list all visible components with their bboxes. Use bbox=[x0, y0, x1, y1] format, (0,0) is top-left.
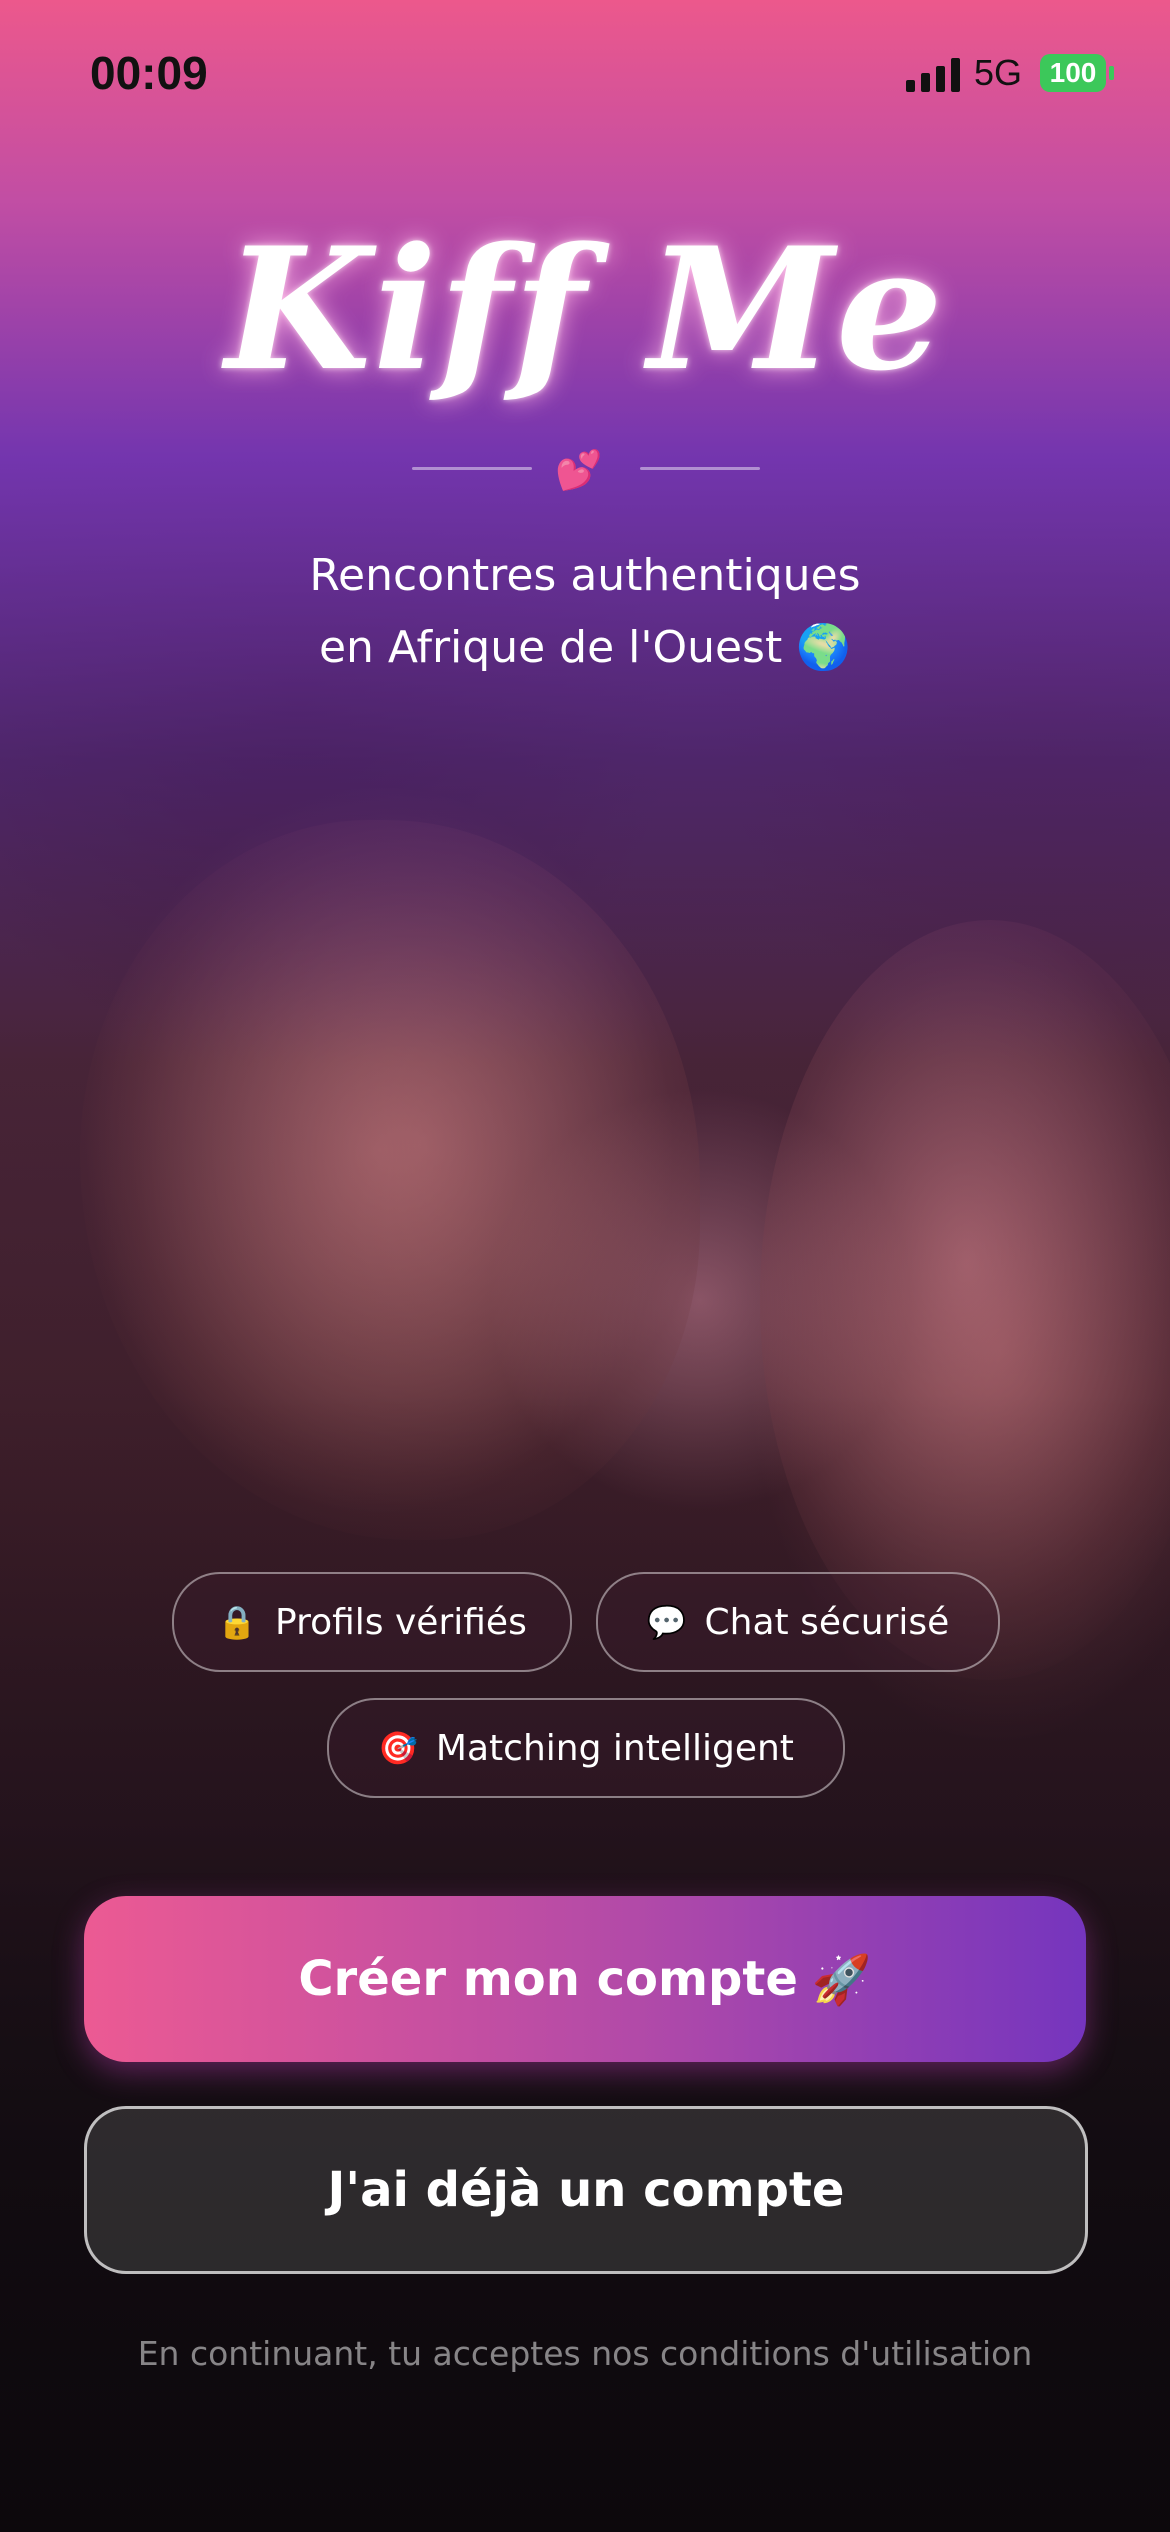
feature-chip-label: Chat sécurisé bbox=[704, 1601, 950, 1643]
feature-chip-secure-chat: 💬 Chat sécurisé bbox=[596, 1572, 1000, 1672]
status-time: 00:09 bbox=[90, 47, 208, 99]
feature-chip-verified-profiles: 🔒 Profils vérifiés bbox=[172, 1572, 572, 1672]
battery-icon: 100 bbox=[1040, 54, 1106, 92]
feature-chip-smart-matching: 🎯 Matching intelligent bbox=[327, 1698, 845, 1798]
target-icon: 🎯 bbox=[378, 1729, 418, 1767]
two-hearts-icon: 💕 bbox=[555, 448, 603, 492]
tagline-line-2-text: en Afrique de l'Ouest bbox=[318, 622, 783, 673]
logo-divider: 💕 bbox=[0, 448, 1170, 492]
globe-icon: 🌍 bbox=[796, 622, 852, 673]
network-type: 5G bbox=[974, 52, 1023, 93]
welcome-screen: 00:09 5G 100 Kiff Me 💕 Rencontres authen… bbox=[0, 0, 1170, 2532]
login-button[interactable]: J'ai déjà un compte bbox=[84, 2106, 1088, 2274]
rocket-icon: 🚀 bbox=[811, 1951, 872, 2008]
create-account-button[interactable]: Créer mon compte 🚀 bbox=[84, 1896, 1086, 2062]
feature-chip-label: Profils vérifiés bbox=[275, 1601, 527, 1643]
battery-cap bbox=[1109, 66, 1114, 80]
login-label: J'ai déjà un compte bbox=[327, 2162, 845, 2218]
signal-bars-icon bbox=[906, 58, 960, 92]
tagline-line-1: Rencontres authentiques bbox=[309, 550, 861, 601]
app-logo: Kiff Me bbox=[225, 210, 945, 408]
tagline: Rencontres authentiques en Afrique de l'… bbox=[0, 540, 1170, 684]
speech-bubble-icon: 💬 bbox=[646, 1603, 687, 1641]
create-account-label: Créer mon compte bbox=[298, 1951, 798, 2007]
divider-line-left bbox=[412, 467, 532, 470]
terms-notice[interactable]: En continuant, tu acceptes nos condition… bbox=[0, 2334, 1170, 2373]
divider-line-right bbox=[640, 467, 760, 470]
lock-icon: 🔒 bbox=[217, 1603, 257, 1641]
battery-level: 100 bbox=[1049, 57, 1097, 88]
status-bar: 00:09 5G 100 bbox=[0, 0, 1170, 150]
tagline-line-2: en Afrique de l'Ouest 🌍 bbox=[0, 612, 1170, 684]
feature-chip-label: Matching intelligent bbox=[435, 1727, 794, 1769]
